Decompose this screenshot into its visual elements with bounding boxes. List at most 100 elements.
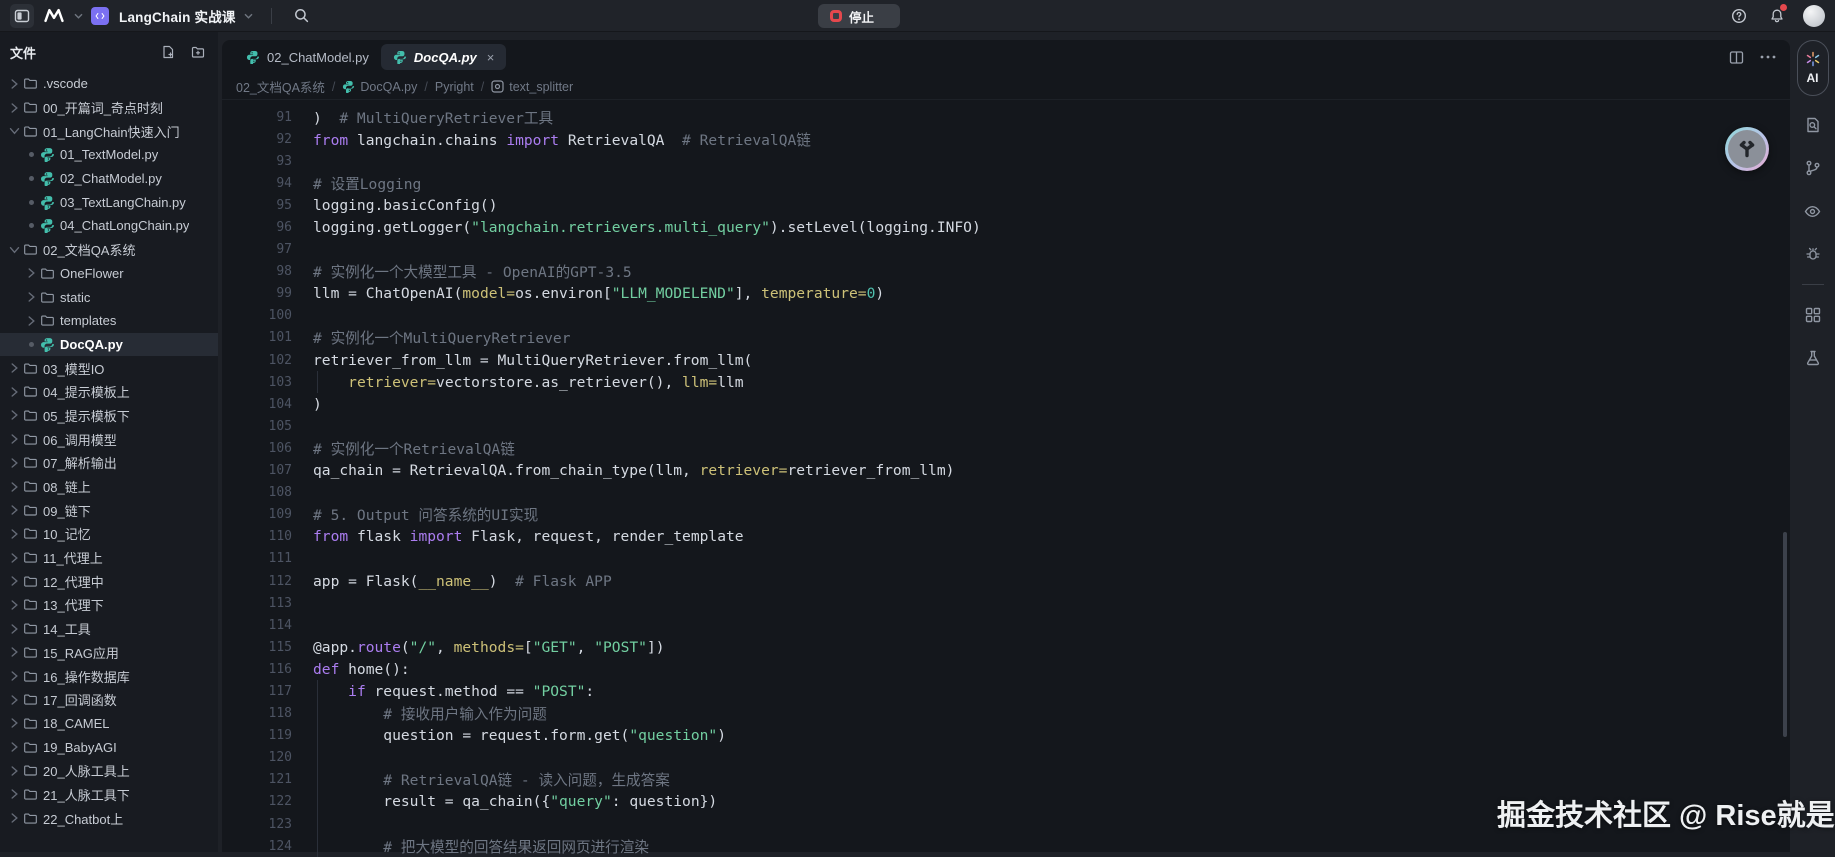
- tree-item-01_TextModel.py[interactable]: 01_TextModel.py: [0, 143, 218, 167]
- search-icon[interactable]: [290, 4, 314, 28]
- avatar[interactable]: [1803, 5, 1825, 27]
- chevron-collapsed-icon[interactable]: [11, 718, 18, 728]
- chevron-collapsed-icon[interactable]: [28, 292, 35, 302]
- code-line-111[interactable]: 111: [222, 548, 1790, 570]
- code-line-101[interactable]: 101# 实例化一个MultiQueryRetriever: [222, 327, 1790, 349]
- code-line-93[interactable]: 93: [222, 150, 1790, 172]
- chevron-collapsed-icon[interactable]: [11, 529, 18, 539]
- tree-item-static[interactable]: static: [0, 285, 218, 309]
- vertical-scrollbar[interactable]: [1783, 532, 1787, 737]
- tree-item-17_回调函数[interactable]: 17_回调函数: [0, 688, 218, 712]
- breadcrumb-item-text_splitter[interactable]: text_splitter: [491, 80, 573, 94]
- more-icon[interactable]: [1760, 55, 1776, 59]
- chevron-collapsed-icon[interactable]: [11, 79, 18, 89]
- chevron-collapsed-icon[interactable]: [11, 458, 18, 468]
- chevron-collapsed-icon[interactable]: [11, 482, 18, 492]
- tree-item-10_记忆[interactable]: 10_记忆: [0, 522, 218, 546]
- tree-item-02_ChatModel.py[interactable]: 02_ChatModel.py: [0, 167, 218, 191]
- code-line-117[interactable]: 117 if request.method == "POST":: [222, 680, 1790, 702]
- code-line-114[interactable]: 114: [222, 614, 1790, 636]
- chevron-down-icon[interactable]: [74, 13, 83, 19]
- chevron-collapsed-icon[interactable]: [11, 766, 18, 776]
- stop-button[interactable]: 停止: [818, 4, 900, 28]
- code-line-105[interactable]: 105: [222, 415, 1790, 437]
- notifications-icon[interactable]: [1765, 4, 1789, 28]
- breadcrumb-item-DocQA.py[interactable]: DocQA.py: [342, 80, 417, 94]
- chevron-collapsed-icon[interactable]: [11, 624, 18, 634]
- chevron-collapsed-icon[interactable]: [11, 387, 18, 397]
- tree-item-21_人脉工具下[interactable]: 21_人脉工具下: [0, 783, 218, 807]
- code-line-107[interactable]: 107qa_chain = RetrievalQA.from_chain_typ…: [222, 460, 1790, 482]
- tree-item-11_代理上[interactable]: 11_代理上: [0, 546, 218, 570]
- tab-DocQA.py[interactable]: DocQA.py×: [381, 44, 506, 70]
- chevron-collapsed-icon[interactable]: [11, 553, 18, 563]
- tree-item-13_代理下[interactable]: 13_代理下: [0, 593, 218, 617]
- code-line-120[interactable]: 120: [222, 747, 1790, 769]
- tree-item-08_链上[interactable]: 08_链上: [0, 475, 218, 499]
- code-line-92[interactable]: 92from langchain.chains import Retrieval…: [222, 128, 1790, 150]
- widgets-icon[interactable]: [1800, 302, 1826, 328]
- tree-item-04_ChatLongChain.py[interactable]: 04_ChatLongChain.py: [0, 214, 218, 238]
- tree-item-19_BabyAGI[interactable]: 19_BabyAGI: [0, 735, 218, 759]
- flask-icon[interactable]: [1800, 345, 1826, 371]
- code-area[interactable]: 91) # MultiQueryRetriever工具92from langch…: [222, 100, 1790, 857]
- tree-item-02_文档QA系统[interactable]: 02_文档QA系统: [0, 238, 218, 262]
- tree-item-16_操作数据库[interactable]: 16_操作数据库: [0, 664, 218, 688]
- tree-item-05_提示模板下[interactable]: 05_提示模板下: [0, 404, 218, 428]
- chevron-collapsed-icon[interactable]: [11, 576, 18, 586]
- breadcrumb-item-02_文档QA系统[interactable]: 02_文档QA系统: [236, 77, 325, 96]
- code-line-95[interactable]: 95logging.basicConfig(): [222, 194, 1790, 216]
- code-line-121[interactable]: 121 # RetrievalQA链 - 读入问题，生成答案: [222, 769, 1790, 791]
- tree-item-06_调用模型[interactable]: 06_调用模型: [0, 427, 218, 451]
- code-line-94[interactable]: 94# 设置Logging: [222, 172, 1790, 194]
- breadcrumb-item-Pyright[interactable]: Pyright: [435, 80, 474, 94]
- tree-item-12_代理中[interactable]: 12_代理中: [0, 569, 218, 593]
- chevron-collapsed-icon[interactable]: [11, 647, 18, 657]
- code-line-122[interactable]: 122 result = qa_chain({"query": question…: [222, 791, 1790, 813]
- find-in-file-icon[interactable]: [1800, 112, 1826, 138]
- help-icon[interactable]: [1727, 4, 1751, 28]
- chevron-collapsed-icon[interactable]: [11, 505, 18, 515]
- workspace-name[interactable]: LangChain 实战课: [119, 6, 236, 26]
- code-line-104[interactable]: 104): [222, 393, 1790, 415]
- ai-assistant-button[interactable]: AI: [1797, 40, 1829, 96]
- chevron-collapsed-icon[interactable]: [28, 316, 35, 326]
- debug-icon[interactable]: [1800, 241, 1826, 267]
- chevron-collapsed-icon[interactable]: [11, 363, 18, 373]
- code-line-110[interactable]: 110from flask import Flask, request, ren…: [222, 526, 1790, 548]
- code-line-124[interactable]: 124 # 把大模型的回答结果返回网页进行渲染: [222, 835, 1790, 857]
- tree-item-templates[interactable]: templates: [0, 309, 218, 333]
- code-line-99[interactable]: 99llm = ChatOpenAI(model=os.environ["LLM…: [222, 283, 1790, 305]
- code-line-108[interactable]: 108: [222, 482, 1790, 504]
- tree-item-22_Chatbot上[interactable]: 22_Chatbot上: [0, 806, 218, 830]
- tree-item-.vscode[interactable]: .vscode: [0, 72, 218, 96]
- fleet-logo[interactable]: [42, 4, 66, 28]
- chevron-collapsed-icon[interactable]: [11, 410, 18, 420]
- code-line-97[interactable]: 97: [222, 239, 1790, 261]
- chevron-collapsed-icon[interactable]: [11, 103, 18, 113]
- tree-item-OneFlower[interactable]: OneFlower: [0, 262, 218, 286]
- tree-item-01_LangChain快速入门[interactable]: 01_LangChain快速入门: [0, 119, 218, 143]
- chevron-collapsed-icon[interactable]: [11, 600, 18, 610]
- tree-item-14_工具[interactable]: 14_工具: [0, 617, 218, 641]
- split-view-icon[interactable]: [1729, 50, 1744, 65]
- code-line-106[interactable]: 106# 实例化一个RetrievalQA链: [222, 437, 1790, 459]
- git-branch-icon[interactable]: [1800, 155, 1826, 181]
- code-line-118[interactable]: 118 # 接收用户输入作为问题: [222, 703, 1790, 725]
- close-icon[interactable]: ×: [487, 50, 495, 65]
- chevron-down-icon[interactable]: [244, 13, 253, 19]
- code-line-123[interactable]: 123: [222, 813, 1790, 835]
- new-folder-icon[interactable]: [188, 42, 208, 62]
- code-line-98[interactable]: 98# 实例化一个大模型工具 - OpenAI的GPT-3.5: [222, 261, 1790, 283]
- chevron-collapsed-icon[interactable]: [11, 789, 18, 799]
- tree-item-09_链下[interactable]: 09_链下: [0, 498, 218, 522]
- code-line-103[interactable]: 103 retriever=vectorstore.as_retriever()…: [222, 371, 1790, 393]
- code-line-102[interactable]: 102retriever_from_llm = MultiQueryRetrie…: [222, 349, 1790, 371]
- chevron-collapsed-icon[interactable]: [11, 742, 18, 752]
- code-line-100[interactable]: 100: [222, 305, 1790, 327]
- chevron-collapsed-icon[interactable]: [28, 268, 35, 278]
- code-line-113[interactable]: 113: [222, 592, 1790, 614]
- chevron-collapsed-icon[interactable]: [11, 695, 18, 705]
- tree-item-15_RAG应用[interactable]: 15_RAG应用: [0, 641, 218, 665]
- tree-item-18_CAMEL[interactable]: 18_CAMEL: [0, 712, 218, 736]
